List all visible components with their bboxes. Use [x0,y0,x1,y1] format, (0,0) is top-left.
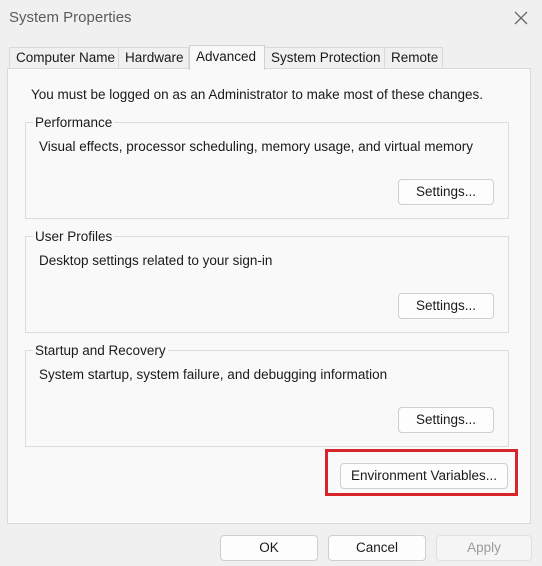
tab-advanced[interactable]: Advanced [189,45,265,70]
cancel-button[interactable]: Cancel [328,535,426,561]
close-icon [514,11,528,25]
startup-recovery-group-title: Startup and Recovery [33,343,168,358]
ok-button[interactable]: OK [220,535,318,561]
performance-settings-button[interactable]: Settings... [398,179,494,205]
admin-notice: You must be logged on as an Administrato… [31,87,484,102]
performance-group-title: Performance [33,115,115,130]
close-button[interactable] [508,6,534,30]
startup-recovery-settings-button[interactable]: Settings... [398,407,494,433]
window-title: System Properties [9,9,132,26]
apply-button[interactable]: Apply [436,535,532,561]
tab-remote[interactable]: Remote [384,47,443,69]
tab-system-protection[interactable]: System Protection [264,47,385,69]
user-profiles-group-title: User Profiles [33,229,115,244]
tab-hardware[interactable]: Hardware [118,47,189,69]
startup-recovery-description: System startup, system failure, and debu… [39,367,388,382]
user-profiles-description: Desktop settings related to your sign-in [39,253,273,268]
highlight-box [325,449,518,496]
user-profiles-settings-button[interactable]: Settings... [398,293,494,319]
system-properties-window: System Properties Computer Name Hardware… [0,0,542,566]
tab-computer-name[interactable]: Computer Name [9,47,119,69]
performance-description: Visual effects, processor scheduling, me… [39,139,473,154]
